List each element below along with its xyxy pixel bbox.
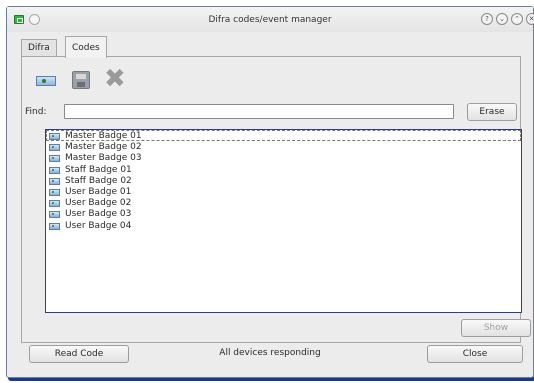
- window-title: Difra codes/event manager: [208, 15, 332, 25]
- tab-codes[interactable]: Codes: [65, 36, 107, 58]
- list-item[interactable]: Staff Badge 02: [46, 175, 521, 186]
- list-item-label: User Badge 03: [65, 209, 132, 220]
- list-item-label: Staff Badge 02: [65, 175, 132, 186]
- badge-icon: [49, 188, 60, 196]
- list-item-label: Master Badge 03: [65, 153, 142, 164]
- list-item-label: Staff Badge 01: [65, 164, 132, 175]
- list-item[interactable]: Master Badge 03: [46, 152, 521, 163]
- erase-button[interactable]: Erase: [467, 103, 517, 121]
- list-item-label: User Badge 02: [65, 198, 132, 209]
- list-item[interactable]: User Badge 03: [46, 208, 521, 219]
- show-button[interactable]: Show: [461, 319, 531, 337]
- find-label: Find:: [25, 107, 47, 117]
- list-item[interactable]: Master Badge 01: [46, 130, 521, 142]
- list-item-label: User Badge 04: [65, 220, 132, 231]
- badge-icon: [49, 133, 60, 140]
- minimize-button[interactable]: ⌄: [496, 13, 508, 25]
- codes-manager-window: Difra codes/event manager ? ⌄ ⌃ ✕ Difra …: [6, 6, 534, 378]
- delete-icon[interactable]: ✖: [104, 66, 128, 92]
- list-item-label: Master Badge 01: [65, 131, 142, 141]
- list-item[interactable]: Staff Badge 01: [46, 164, 521, 175]
- badge-icon: [49, 200, 60, 208]
- badge-icon: [49, 222, 60, 230]
- title-bar: Difra codes/event manager ? ⌄ ⌃ ✕: [7, 7, 534, 32]
- save-icon[interactable]: [71, 70, 91, 90]
- badge-icon: [49, 155, 60, 163]
- list-item[interactable]: User Badge 04: [46, 220, 521, 231]
- codes-list[interactable]: Master Badge 01 Master Badge 02 Master Bad…: [45, 129, 522, 313]
- badge-icon: [49, 211, 60, 219]
- list-item-label: User Badge 01: [65, 186, 132, 197]
- close-button[interactable]: Close: [427, 345, 523, 363]
- list-item-label: Master Badge 02: [65, 142, 142, 153]
- tab-difra[interactable]: Difra: [21, 39, 57, 57]
- badge-icon: [49, 177, 60, 185]
- close-window-button[interactable]: ✕: [526, 13, 534, 25]
- add-badge-icon[interactable]: [36, 70, 56, 90]
- help-button[interactable]: ?: [481, 13, 493, 25]
- badge-icon: [49, 166, 60, 174]
- find-input[interactable]: [64, 104, 454, 119]
- maximize-button[interactable]: ⌃: [511, 13, 523, 25]
- list-item[interactable]: Master Badge 02: [46, 141, 521, 152]
- badge-icon: [49, 144, 60, 152]
- codes-panel: ✖ Find: Erase Master Badge 01 Master Badg…: [21, 56, 531, 343]
- list-item[interactable]: User Badge 01: [46, 186, 521, 197]
- list-item[interactable]: User Badge 02: [46, 197, 521, 208]
